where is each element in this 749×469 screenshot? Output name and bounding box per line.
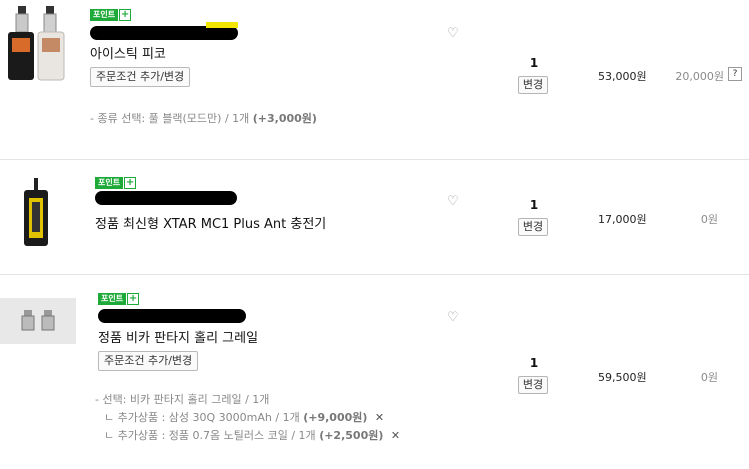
product-name[interactable]: 정품 비카 판타지 홀리 그레일 <box>98 327 258 346</box>
remove-icon[interactable]: ✕ <box>375 411 384 424</box>
redacted-text <box>98 309 246 323</box>
point-badge: 포인트 + <box>90 9 132 21</box>
row-divider <box>0 274 749 275</box>
order-option-button[interactable]: 주문조건 추가/변경 <box>90 67 191 87</box>
point-badge: 포인트 + <box>98 293 140 305</box>
price: 59,500원 <box>598 371 647 384</box>
remove-icon[interactable]: ✕ <box>391 429 400 442</box>
point-badge: 포인트 + <box>95 177 137 189</box>
discount: 0원 <box>700 371 718 384</box>
heart-icon[interactable]: ♡ <box>447 194 459 209</box>
product-image-istick-pico[interactable] <box>4 6 66 82</box>
price: 17,000원 <box>598 213 647 226</box>
redacted-text <box>90 26 238 40</box>
heart-icon[interactable]: ♡ <box>447 26 459 41</box>
change-button[interactable]: 변경 <box>518 218 548 236</box>
quantity-value: 1 <box>529 356 539 370</box>
order-option-button[interactable]: 주문조건 추가/변경 <box>98 351 199 371</box>
quantity-value: 1 <box>529 198 539 212</box>
change-button[interactable]: 변경 <box>518 76 548 94</box>
change-button[interactable]: 변경 <box>518 376 548 394</box>
discount: 0원 <box>700 213 718 226</box>
redaction-highlight <box>206 22 238 28</box>
row-divider <box>0 159 749 160</box>
redacted-text <box>95 191 237 205</box>
heart-icon[interactable]: ♡ <box>447 310 459 325</box>
help-icon[interactable]: ? <box>728 67 742 81</box>
option-line: - 선택: 비카 판타지 홀리 그레일 / 1개 <box>95 393 270 406</box>
discount: 20,000원 <box>675 70 724 83</box>
product-name[interactable]: 아이스틱 피코 <box>90 43 166 62</box>
product-image-xtar-charger[interactable] <box>16 178 56 248</box>
product-name[interactable]: 정품 최신형 XTAR MC1 Plus Ant 충전기 <box>95 213 326 232</box>
option-line: - 종류 선택: 풀 블랙(모드만) / 1개 (+3,000원) <box>90 112 317 125</box>
extra-item: ㄴ 추가상품 : 삼성 30Q 3000mAh / 1개 (+9,000원) ✕ <box>104 411 385 424</box>
price: 53,000원 <box>598 70 647 83</box>
extra-item: ㄴ 추가상품 : 정품 0.7옴 노틸러스 코일 / 1개 (+2,500원) … <box>104 429 401 442</box>
product-image-holy-grail[interactable] <box>0 298 76 344</box>
quantity-value: 1 <box>529 56 539 70</box>
